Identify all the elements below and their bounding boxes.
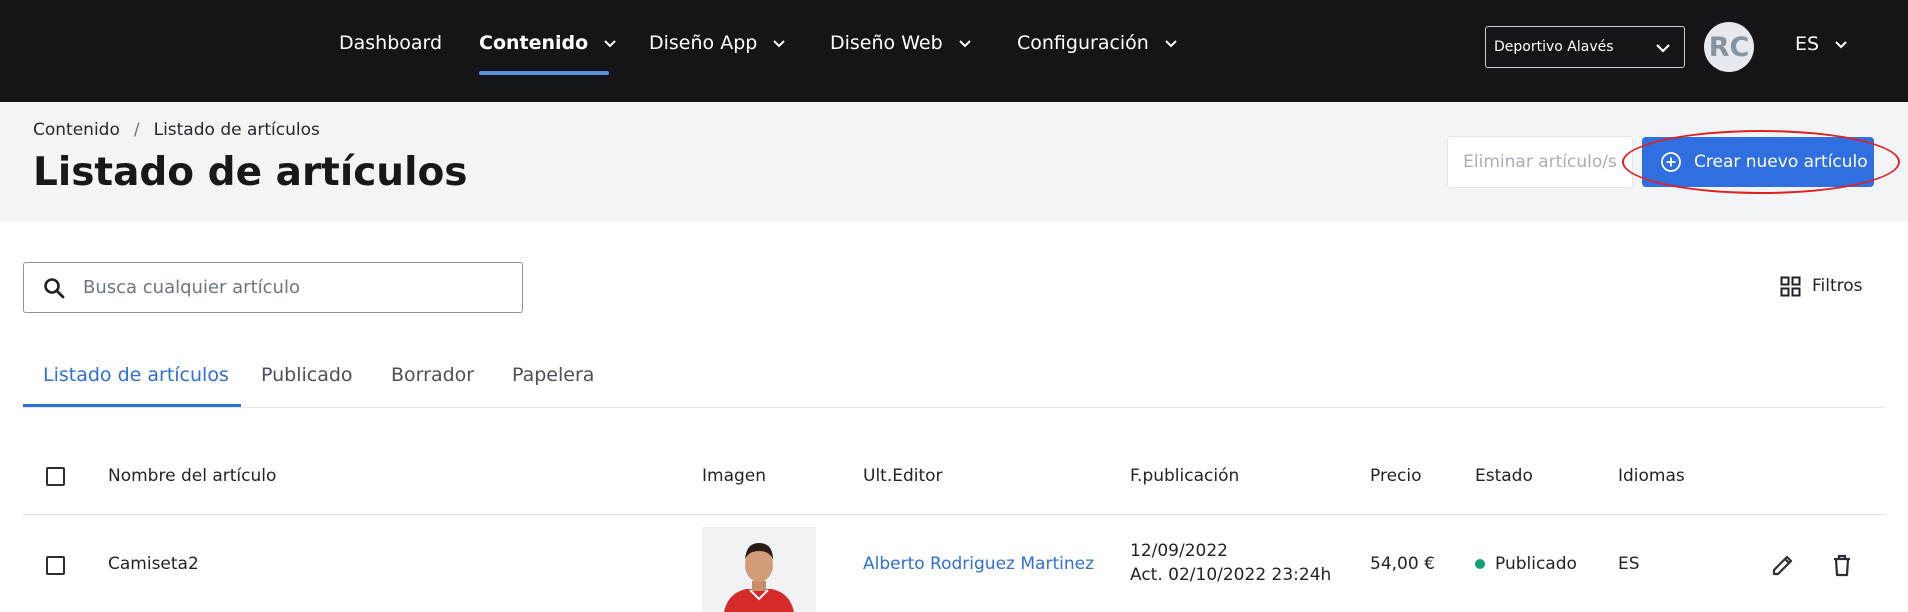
language-selector[interactable]: ES [1795,30,1849,58]
row-checkbox[interactable] [46,556,65,575]
article-name[interactable]: Camiseta2 [108,554,199,574]
breadcrumb-contenido[interactable]: Contenido [33,120,120,140]
status-badge: Publicado [1475,554,1577,574]
create-article-label: Crear nuevo artículo [1694,152,1868,172]
avatar[interactable]: RC [1704,22,1754,72]
nav-configuracion-label: Configuración [1017,32,1149,54]
nav-diseno-web[interactable]: Diseño Web [830,30,973,56]
publish-date: 12/09/2022 [1130,541,1228,561]
nav-contenido-label: Contenido [479,32,589,54]
nav-diseno-app[interactable]: Diseño App [649,30,787,56]
chevron-down-icon [773,40,786,48]
active-tab-indicator [23,404,241,407]
breadcrumb-current: Listado de artículos [153,120,320,140]
avatar-initials: RC [1708,31,1750,63]
tab-papelera[interactable]: Papelera [512,364,594,386]
chevron-down-icon [958,40,971,48]
search-box[interactable] [23,262,523,313]
column-header-date[interactable]: F.publicación [1130,466,1239,486]
tab-listado[interactable]: Listado de artículos [43,364,229,386]
chevron-down-icon [1835,41,1847,49]
nav-active-indicator [479,71,609,75]
create-article-button[interactable]: Crear nuevo artículo [1642,137,1874,187]
article-image [702,527,816,612]
column-header-image: Imagen [702,466,767,486]
filters-button[interactable]: Filtros [1780,272,1863,300]
nav-contenido[interactable]: Contenido [479,30,618,56]
article-language: ES [1618,554,1640,574]
column-header-status[interactable]: Estado [1475,466,1533,486]
column-header-languages[interactable]: Idiomas [1618,466,1685,486]
column-header-editor[interactable]: Ult.Editor [863,466,943,486]
breadcrumb-separator: / [133,120,140,140]
grid-icon [1780,276,1801,296]
search-icon [44,277,65,298]
top-navbar: Dashboard Contenido Diseño App Diseño We… [0,0,1908,102]
plus-circle-icon [1661,152,1681,172]
club-select-value: Deportivo Alavés [1494,39,1614,55]
column-header-name[interactable]: Nombre del artículo [108,466,276,486]
column-header-price[interactable]: Precio [1370,466,1422,486]
breadcrumb: Contenido / Listado de artículos [33,120,320,140]
language-label: ES [1795,33,1820,55]
select-all-checkbox[interactable] [46,467,65,486]
delete-articles-label: Eliminar artículo/s [1463,152,1617,172]
nav-dashboard[interactable]: Dashboard [339,30,442,56]
status-dot-icon [1475,559,1485,569]
delete-articles-button[interactable]: Eliminar artículo/s [1447,136,1633,188]
nav-diseno-web-label: Diseño Web [830,32,943,54]
chevron-down-icon [1656,44,1670,53]
nav-dashboard-label: Dashboard [339,32,443,54]
player-photo-icon [702,527,816,612]
chevron-down-icon [1165,40,1177,48]
edit-icon[interactable] [1769,551,1797,579]
trash-icon[interactable] [1828,551,1856,579]
nav-configuracion[interactable]: Configuración [1017,30,1179,56]
nav-diseno-app-label: Diseño App [649,32,758,54]
editor-link[interactable]: Alberto Rodriguez Martinez [863,554,1094,574]
filters-label: Filtros [1812,276,1863,296]
chevron-down-icon [604,40,616,48]
article-price: 54,00 € [1370,554,1435,574]
table-header-divider [23,514,1885,515]
page-title: Listado de artículos [33,150,468,195]
club-select[interactable]: Deportivo Alavés [1485,26,1685,68]
tab-publicado[interactable]: Publicado [261,364,353,386]
status-label: Publicado [1495,554,1577,574]
search-input[interactable] [83,277,483,298]
tabs-divider [23,407,1885,408]
updated-date: Act. 02/10/2022 23:24h [1130,565,1332,585]
tab-borrador[interactable]: Borrador [391,364,474,386]
